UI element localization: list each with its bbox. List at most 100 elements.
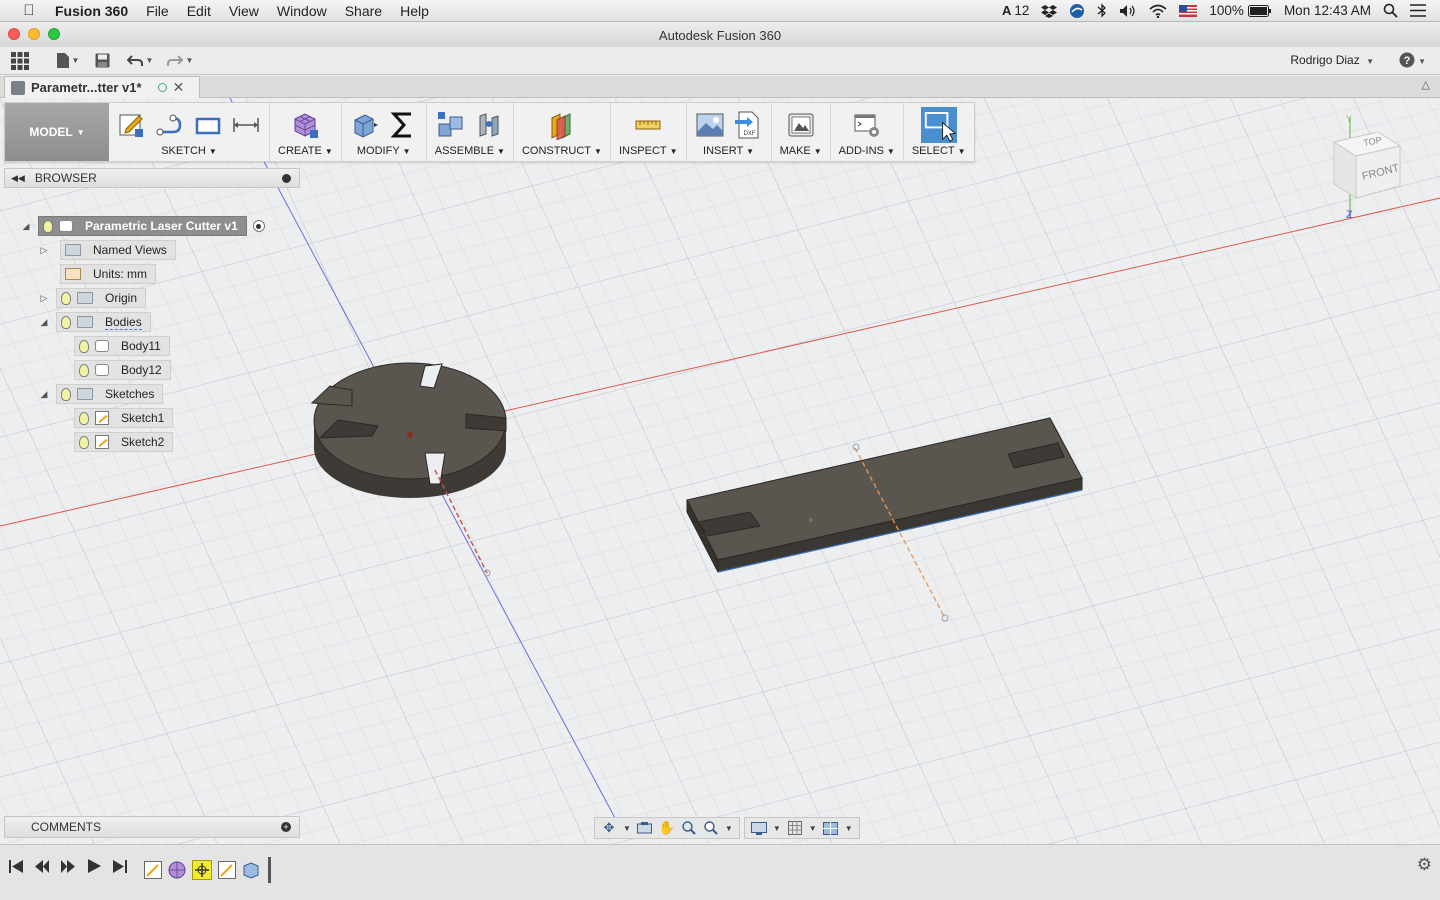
scripts-add-ins-icon[interactable] <box>852 110 882 140</box>
sync-icon[interactable] <box>1069 3 1085 19</box>
3d-print-icon[interactable] <box>786 110 816 140</box>
undo-button[interactable]: ▼ <box>120 49 160 73</box>
chevron-down-icon[interactable]: ▼ <box>725 824 733 833</box>
collapse-toolbar-icon[interactable]: △ <box>1422 78 1430 91</box>
battery-status[interactable]: 100% <box>1209 3 1272 18</box>
add-comment-icon[interactable]: + <box>281 822 291 832</box>
go-to-end-icon[interactable] <box>112 858 128 874</box>
zoom-icon[interactable] <box>681 821 697 835</box>
tree-root-node[interactable]: ◢ Parametric Laser Cutter v1 <box>20 216 265 236</box>
timeline-move-feature-icon[interactable] <box>192 860 212 880</box>
minimize-window-button[interactable] <box>28 28 40 40</box>
visibility-bulb-icon[interactable] <box>61 315 71 329</box>
fit-zoom-icon[interactable] <box>703 821 719 835</box>
grid-settings-icon[interactable] <box>787 821 803 835</box>
toolbar-group-make[interactable]: MAKE ▼ <box>772 103 831 161</box>
notification-center-icon[interactable] <box>1410 4 1426 17</box>
collapse-triangle-icon[interactable]: ◢ <box>38 389 50 400</box>
tree-origin[interactable]: ▷ Origin <box>38 288 147 308</box>
menu-app-name[interactable]: Fusion 360 <box>46 3 137 19</box>
workspace-switcher[interactable]: MODEL ▼ <box>5 103 109 161</box>
toolbar-group-construct[interactable]: CONSTRUCT ▼ <box>514 103 611 161</box>
toolbar-group-inspect[interactable]: INSPECT ▼ <box>611 103 687 161</box>
expand-triangle-icon[interactable]: ▷ <box>38 245 50 256</box>
apple-icon[interactable]:  <box>18 2 40 19</box>
volume-icon[interactable] <box>1119 4 1137 18</box>
document-tab[interactable]: Parametr...tter v1* ✕ <box>4 76 200 98</box>
save-button[interactable] <box>88 49 116 73</box>
measure-icon[interactable] <box>633 110 663 140</box>
expand-triangle-icon[interactable]: ◢ <box>20 221 32 232</box>
menu-share[interactable]: Share <box>336 3 391 19</box>
toolbar-group-select[interactable]: SELECT ▼ <box>904 103 974 161</box>
tree-sketch1[interactable]: Sketch1 <box>74 408 174 428</box>
timeline-extrude-feature-icon[interactable] <box>242 861 260 879</box>
close-tab-icon[interactable]: ✕ <box>173 79 185 96</box>
step-forward-icon[interactable] <box>60 858 76 874</box>
insert-dxf-icon[interactable]: DXF <box>733 110 763 140</box>
visibility-bulb-icon[interactable] <box>79 435 89 449</box>
comments-panel[interactable]: COMMENTS + <box>4 816 300 838</box>
look-at-icon[interactable] <box>637 821 653 835</box>
chevron-down-icon[interactable]: ▼ <box>809 824 817 833</box>
visibility-bulb-icon[interactable] <box>61 291 71 305</box>
pan-hand-icon[interactable]: ✋ <box>659 820 675 835</box>
timeline-sketch-feature-icon[interactable] <box>144 861 162 879</box>
create-form-icon[interactable] <box>290 110 320 140</box>
toolbar-group-insert[interactable]: DXF INSERT ▼ <box>687 103 772 161</box>
viewports-icon[interactable] <box>823 821 839 835</box>
visibility-bulb-icon[interactable] <box>79 339 89 353</box>
tree-sketches[interactable]: ◢ Sketches <box>38 384 164 404</box>
clock[interactable]: Mon 12:43 AM <box>1284 3 1371 18</box>
go-to-start-icon[interactable] <box>8 858 24 874</box>
bluetooth-icon[interactable] <box>1097 3 1107 18</box>
zoom-window-button[interactable] <box>48 28 60 40</box>
visibility-bulb-icon[interactable] <box>61 387 71 401</box>
visibility-bulb-icon[interactable] <box>43 219 53 233</box>
wifi-icon[interactable] <box>1149 4 1167 18</box>
notification-status[interactable]: A 12 <box>1002 3 1029 18</box>
chevron-down-icon[interactable]: ▼ <box>845 824 853 833</box>
toolbar-group-assemble[interactable]: ASSEMBLE ▼ <box>427 103 514 161</box>
tree-units[interactable]: Units: mm <box>50 264 156 284</box>
toolbar-group-add-ins[interactable]: ADD-INS ▼ <box>831 103 904 161</box>
redo-button[interactable]: ▼ <box>160 49 200 73</box>
timeline-sketch2-feature-icon[interactable] <box>218 861 236 879</box>
new-component-icon[interactable] <box>436 110 466 140</box>
parameters-sigma-icon[interactable] <box>388 110 418 140</box>
data-panel-grid-icon[interactable] <box>0 49 40 73</box>
view-cube[interactable]: Y Z TOP FRONT <box>1320 112 1410 220</box>
joint-icon[interactable] <box>474 110 504 140</box>
rectangle-tool-icon[interactable] <box>193 110 223 140</box>
display-settings-icon[interactable] <box>750 821 767 835</box>
tree-bodies[interactable]: ◢ Bodies <box>38 312 151 332</box>
tree-body12[interactable]: Body12 <box>74 360 171 380</box>
chevron-down-icon[interactable]: ▼ <box>623 824 631 833</box>
menu-help[interactable]: Help <box>391 3 438 19</box>
line-tool-icon[interactable] <box>155 110 185 140</box>
toolbar-group-create[interactable]: CREATE ▼ <box>270 103 342 161</box>
timeline-marker-handle[interactable] <box>268 857 271 883</box>
spotlight-icon[interactable] <box>1383 3 1398 18</box>
toolbar-group-modify[interactable]: MODIFY ▼ <box>342 103 427 161</box>
tree-sketch2[interactable]: Sketch2 <box>74 432 174 452</box>
visibility-bulb-icon[interactable] <box>79 411 89 425</box>
chevron-down-icon[interactable]: ▼ <box>773 824 781 833</box>
activate-component-radio[interactable] <box>252 220 265 232</box>
insert-image-icon[interactable] <box>695 110 725 140</box>
pin-panel-icon[interactable] <box>282 173 291 183</box>
menu-edit[interactable]: Edit <box>178 3 220 19</box>
step-back-icon[interactable] <box>34 858 50 874</box>
menu-file[interactable]: File <box>137 3 178 19</box>
file-menu-button[interactable]: ▼ <box>48 49 88 73</box>
dimension-tool-icon[interactable] <box>231 110 261 140</box>
visibility-bulb-icon[interactable] <box>79 363 89 377</box>
select-icon[interactable] <box>920 107 958 143</box>
timeline-settings-gear-icon[interactable]: ⚙ <box>1417 855 1432 875</box>
dropbox-icon[interactable] <box>1041 4 1058 18</box>
tree-body11[interactable]: Body11 <box>74 336 170 356</box>
menu-view[interactable]: View <box>220 3 268 19</box>
orbit-icon[interactable]: ✥ <box>601 820 617 835</box>
expand-triangle-icon[interactable]: ▷ <box>38 293 50 304</box>
close-window-button[interactable] <box>8 28 20 40</box>
